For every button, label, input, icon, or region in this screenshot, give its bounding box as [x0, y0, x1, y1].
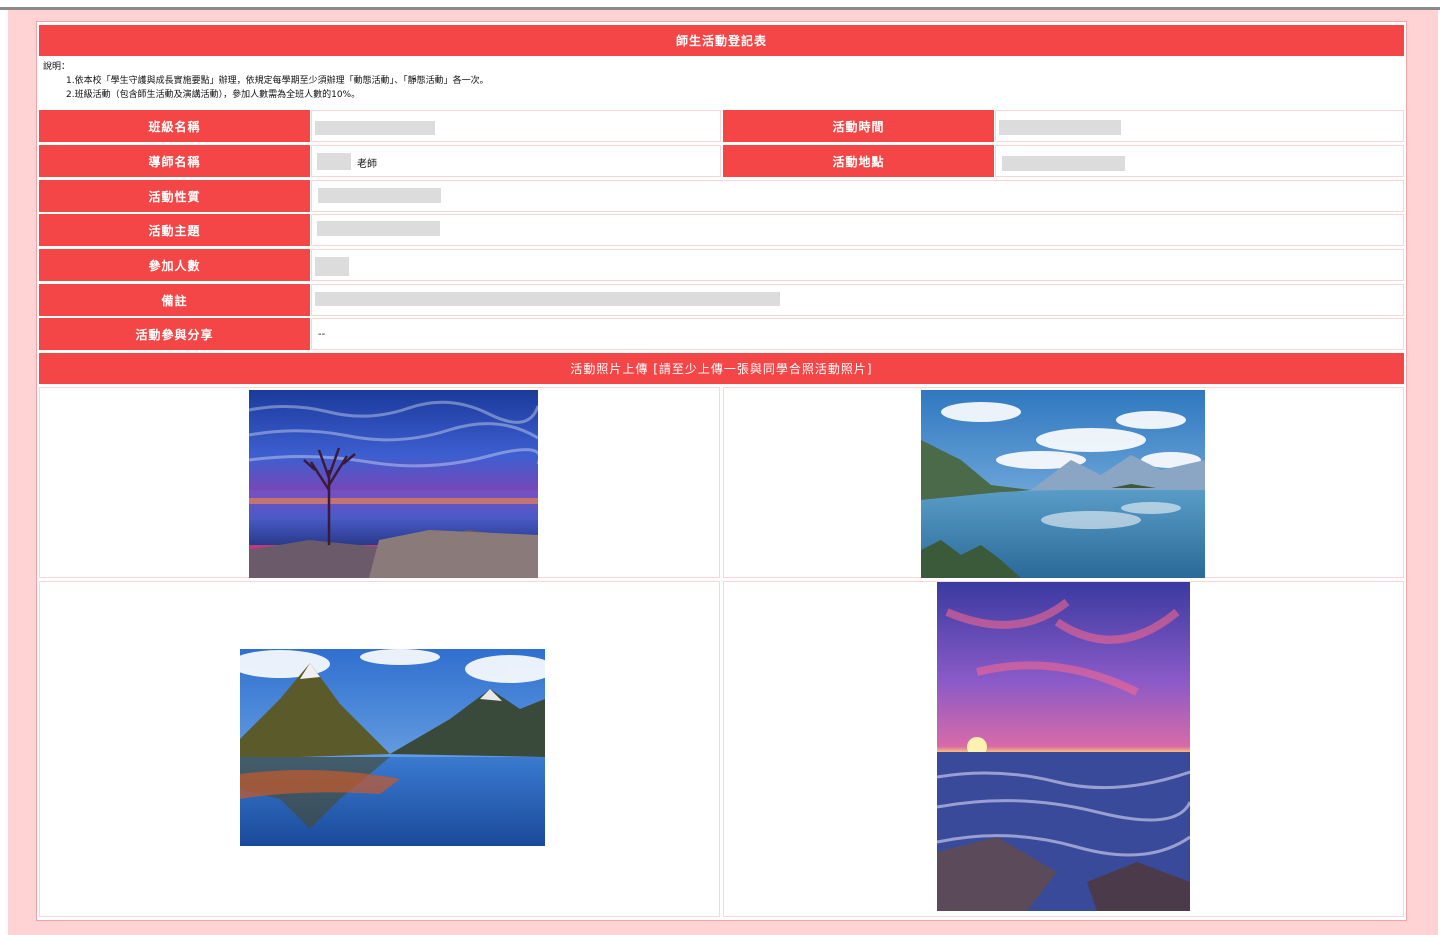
- redacted-activity-time: [999, 120, 1121, 135]
- activity-theme-field: [311, 214, 1404, 246]
- remarks-field: [311, 284, 1404, 316]
- sharing-value: --: [318, 328, 326, 340]
- remarks-label: 備註: [39, 284, 310, 316]
- activity-photo-purple-seascape[interactable]: [937, 582, 1190, 911]
- redacted-participants: [315, 257, 349, 276]
- photo-section-title: 活動照片上傳 [請至少上傳一張與同學合照活動照片]: [39, 353, 1404, 384]
- activity-photo-sunset-lake[interactable]: [249, 390, 538, 578]
- activity-time-field: [995, 110, 1404, 142]
- participants-label: 參加人數: [39, 249, 310, 281]
- instructions: 說明： 1.依本校「學生守護與成長實施要點」辦理，依規定每學期至少須辦理「動態活…: [38, 60, 1404, 106]
- sharing-label: 活動參與分享: [39, 318, 310, 350]
- tutor-name-field: 老師: [311, 145, 721, 177]
- activity-photo-mountain-lake[interactable]: [921, 390, 1205, 578]
- redacted-class-name: [315, 121, 435, 135]
- instructions-heading: 說明：: [43, 62, 71, 72]
- window-top-border: [0, 7, 1440, 10]
- instructions-line-1: 1.依本校「學生守護與成長實施要點」辦理，依規定每學期至少須辦理「動態活動」、「…: [66, 76, 489, 86]
- tutor-name-label: 導師名稱: [39, 145, 310, 177]
- instructions-line-2: 2.班級活動（包含師生活動及演講活動），參加人數需為全班人數的10%。: [66, 90, 361, 100]
- activity-type-label: 活動性質: [39, 180, 310, 212]
- redacted-activity-type: [318, 188, 441, 203]
- form-title: 師生活動登記表: [39, 25, 1404, 56]
- activity-time-label: 活動時間: [723, 110, 994, 142]
- tutor-suffix: 老師: [357, 159, 377, 170]
- activity-photo-mountain-fjord[interactable]: [240, 649, 545, 846]
- participants-field: [311, 249, 1404, 281]
- class-name-field: [311, 110, 721, 142]
- redacted-tutor-name: [317, 153, 351, 170]
- redacted-activity-theme: [317, 221, 440, 236]
- activity-theme-label: 活動主題: [39, 214, 310, 246]
- redacted-activity-location: [1002, 156, 1125, 171]
- class-name-label: 班級名稱: [39, 110, 310, 142]
- redacted-remarks: [315, 292, 780, 306]
- sharing-field: --: [311, 318, 1404, 350]
- activity-location-field: [995, 145, 1404, 177]
- page-left-margin: [0, 10, 8, 935]
- page-right-margin: [1438, 10, 1448, 935]
- activity-location-label: 活動地點: [723, 145, 994, 177]
- activity-type-field: [311, 180, 1404, 212]
